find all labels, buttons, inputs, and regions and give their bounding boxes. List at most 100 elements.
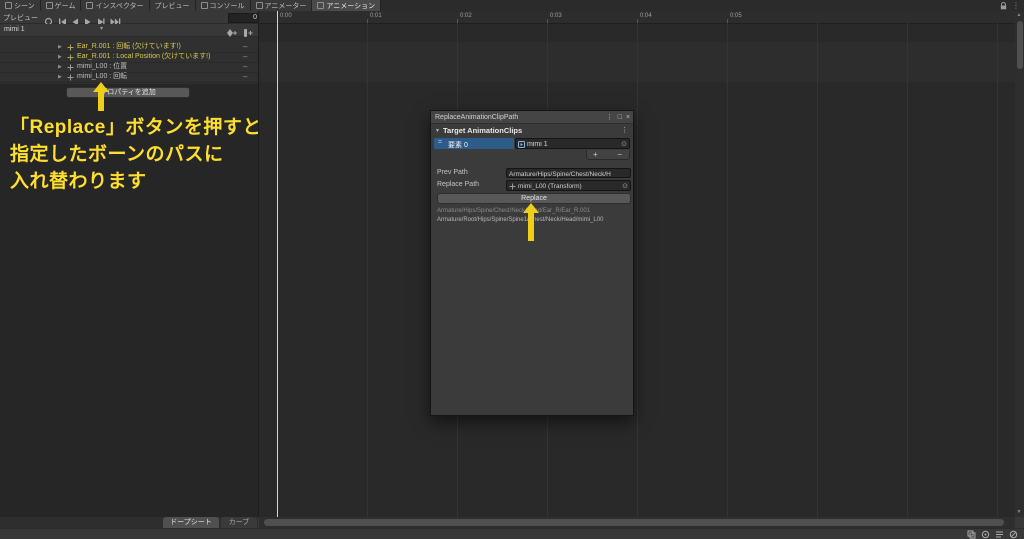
- status-icon[interactable]: [967, 530, 976, 539]
- yellow-arrow-up-icon: [523, 203, 539, 241]
- yellow-arrow-up-icon: [93, 82, 109, 111]
- replace-path-label: Replace Path: [437, 181, 480, 188]
- disclosure-icon[interactable]: ▶: [58, 44, 62, 50]
- animator-icon: [255, 2, 263, 9]
- remove-element-button[interactable]: −: [617, 150, 622, 159]
- dialog-title-bar[interactable]: ReplaceAnimationClipPath ⋮ □ ×: [431, 111, 633, 124]
- transform-icon: [67, 54, 74, 61]
- disclosure-icon[interactable]: ▶: [58, 74, 62, 80]
- tab-animation[interactable]: アニメーション: [312, 0, 382, 11]
- drag-handle-icon[interactable]: =: [438, 139, 442, 146]
- tab-label: アニメーター: [264, 2, 307, 10]
- gridline: [637, 23, 638, 517]
- property-menu-icon[interactable]: –: [243, 72, 247, 82]
- frame-number-field[interactable]: 0: [228, 12, 260, 23]
- preview-toggle-button[interactable]: プレビュー: [3, 13, 38, 23]
- foldout-icon[interactable]: ▼: [435, 128, 440, 134]
- horizontal-scrollbar-thumb[interactable]: [264, 519, 1004, 526]
- ruler-tick: [727, 19, 728, 23]
- prev-path-value: Armature/Hips/Spine/Chest/Neck/H: [509, 170, 611, 178]
- tab-curves[interactable]: カーブ: [221, 517, 257, 528]
- status-icon[interactable]: [1009, 530, 1018, 539]
- transform-icon: [67, 74, 74, 81]
- annotation-line: 「Replace」ボタンを押すと: [10, 117, 262, 138]
- tab-label: アニメーション: [326, 2, 376, 10]
- game-icon: [45, 2, 53, 9]
- maximize-icon[interactable]: □: [618, 113, 622, 122]
- animation-toolbar: プレビュー 0: [0, 11, 260, 26]
- vertical-scrollbar[interactable]: ▲ ▼: [1015, 11, 1024, 517]
- status-icon[interactable]: [981, 530, 990, 539]
- element-object-field[interactable]: mimi 1 ⊙: [515, 138, 630, 149]
- tab-scene[interactable]: シーン: [0, 0, 41, 11]
- section-menu-icon[interactable]: ⋮: [621, 126, 628, 134]
- ruler-tick: [457, 19, 458, 23]
- property-menu-icon[interactable]: –: [243, 52, 247, 62]
- ruler-tick: [547, 19, 548, 23]
- horizontal-scrollbar[interactable]: [259, 517, 1015, 528]
- scroll-down-icon[interactable]: ▼: [1017, 510, 1022, 515]
- transform-icon: [67, 64, 74, 71]
- ruler-label: 0:05: [730, 13, 742, 19]
- lock-icon[interactable]: [1000, 1, 1007, 10]
- element-label: 要素 0: [448, 142, 468, 149]
- disclosure-icon[interactable]: ▶: [58, 64, 62, 70]
- gridline: [817, 23, 818, 517]
- vertical-scrollbar-thumb[interactable]: [1016, 21, 1023, 69]
- gridline: [907, 23, 908, 517]
- scroll-up-icon[interactable]: ▲: [1017, 13, 1022, 18]
- ruler-label: 0:00: [280, 13, 292, 19]
- transform-icon: [67, 44, 74, 51]
- window-menu-icon[interactable]: ⋮: [1012, 1, 1020, 10]
- annotation-line: 指定したボーンのパスに: [10, 144, 224, 165]
- property-label: mimi_L00 : 回転: [77, 73, 128, 80]
- dopesheet-area[interactable]: 0:00 0:01 0:02 0:03 0:04 0:05: [259, 11, 1015, 517]
- tab-label: シーン: [14, 2, 35, 10]
- prev-path-field[interactable]: Armature/Hips/Spine/Chest/Neck/H: [506, 168, 631, 178]
- close-icon[interactable]: ×: [626, 113, 630, 122]
- add-property-button[interactable]: プロパティを追加: [66, 87, 190, 98]
- gridline: [367, 23, 368, 517]
- object-picker-icon[interactable]: ⊙: [622, 182, 628, 190]
- section-header[interactable]: Target AnimationClips: [443, 126, 522, 135]
- ruler-label: 0:03: [550, 13, 562, 19]
- status-bar: [0, 528, 1024, 539]
- animation-icon: [317, 2, 325, 9]
- editor-tab-strip: シーン ゲーム インスペクター プレビュー コンソール アニメーター アニメーシ…: [0, 0, 1024, 11]
- replace-animation-clip-path-window: ReplaceAnimationClipPath ⋮ □ × ▼ Target …: [430, 110, 634, 416]
- dialog-menu-icon[interactable]: ⋮: [606, 113, 613, 122]
- tab-console[interactable]: コンソール: [195, 0, 251, 11]
- tab-dopesheet[interactable]: ドープシート: [163, 517, 219, 528]
- ruler-tick: [637, 19, 638, 23]
- animation-clip-icon: [518, 141, 525, 148]
- ruler-tick: [367, 19, 368, 23]
- prev-path-label: Prev Path: [437, 169, 468, 176]
- ruler-label: 0:04: [640, 13, 652, 19]
- property-menu-icon[interactable]: –: [243, 42, 247, 52]
- result-path-new: Armature/Root/Hips/Spine/Spine1/Chest/Ne…: [437, 217, 604, 223]
- tab-game[interactable]: ゲーム: [40, 0, 82, 11]
- clip-dropdown-caret-icon[interactable]: ▾: [100, 25, 103, 32]
- clip-selector[interactable]: mimi 1: [4, 26, 25, 33]
- playhead[interactable]: [277, 11, 278, 517]
- property-menu-icon[interactable]: –: [243, 62, 247, 72]
- disclosure-icon[interactable]: ▶: [58, 54, 62, 60]
- replace-path-object-field[interactable]: mimi_L00 (Transform) ⊙: [506, 180, 631, 191]
- tab-label: プレビュー: [154, 2, 190, 10]
- tab-preview[interactable]: プレビュー: [149, 0, 196, 11]
- tab-inspector[interactable]: インスペクター: [81, 0, 150, 11]
- ruler-label: 0:02: [460, 13, 472, 19]
- object-picker-icon[interactable]: ⊙: [621, 140, 627, 148]
- element-row-label[interactable]: = 要素 0: [434, 138, 514, 149]
- tab-animator[interactable]: アニメーター: [250, 0, 313, 11]
- transform-icon: [509, 183, 516, 190]
- result-path-old: Armature/Hips/Spine/Chest/Neck/Head/Ear_…: [437, 208, 591, 214]
- status-icon[interactable]: [995, 530, 1004, 539]
- replace-path-value: mimi_L00 (Transform): [518, 183, 582, 190]
- console-icon: [200, 2, 208, 9]
- clip-row: mimi 1 ▾: [0, 24, 258, 37]
- property-label: Ear_R.001 : Local Position (欠けています!): [77, 53, 211, 60]
- panel-footer: [0, 517, 258, 528]
- property-row[interactable]: ▶ mimi_L00 : 回転 –: [0, 72, 258, 83]
- add-element-button[interactable]: +: [593, 150, 598, 159]
